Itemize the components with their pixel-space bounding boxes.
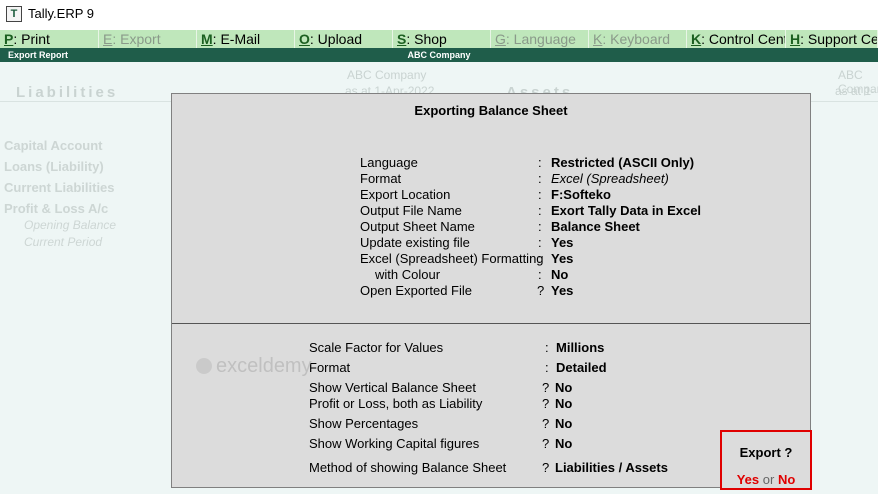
button-bar: P: Print E: Export M: E-Mail O: Upload S… bbox=[0, 30, 878, 48]
upload-button[interactable]: O: Upload bbox=[295, 30, 393, 48]
control-centre-button[interactable]: K: Control Centre bbox=[687, 30, 786, 48]
dialog-divider bbox=[172, 323, 810, 324]
export-question: Export ? bbox=[739, 445, 793, 460]
keyboard-button[interactable]: K: Keyboard bbox=[589, 30, 687, 48]
dialog-title: Exporting Balance Sheet bbox=[414, 103, 568, 118]
status-company: ABC Company bbox=[407, 50, 471, 60]
export-button[interactable]: E: Export bbox=[99, 30, 197, 48]
watermark-logo-icon bbox=[196, 358, 212, 374]
bg-sub-opening: Opening Balance bbox=[24, 218, 117, 232]
title-bar: T Tally.ERP 9 bbox=[0, 0, 878, 30]
export-yes-option[interactable]: Yes bbox=[737, 472, 759, 487]
bg-item-capital: Capital Account bbox=[4, 138, 103, 153]
print-button[interactable]: P: Print bbox=[0, 30, 99, 48]
shop-button[interactable]: S: Shop bbox=[393, 30, 491, 48]
email-button[interactable]: M: E-Mail bbox=[197, 30, 295, 48]
export-no-option[interactable]: No bbox=[778, 472, 795, 487]
exceldemy-watermark: exceldemy bbox=[196, 352, 340, 380]
bg-sub-current: Current Period bbox=[24, 235, 103, 249]
bg-company-left: ABC Company bbox=[347, 68, 427, 82]
bg-liabilities-heading: Liabilities bbox=[16, 84, 119, 101]
bg-item-profit-loss: Profit & Loss A/c bbox=[4, 201, 109, 216]
export-or-text: or bbox=[762, 472, 775, 487]
bg-asat-right: as at 1- bbox=[835, 84, 876, 98]
bg-item-loans: Loans (Liability) bbox=[4, 159, 104, 174]
window-title: Tally.ERP 9 bbox=[28, 6, 94, 21]
support-centre-button[interactable]: H: Support Centre bbox=[786, 30, 878, 48]
export-choice: Yes or No bbox=[722, 472, 810, 487]
tally-app-icon: T bbox=[6, 6, 22, 22]
status-bar: ABC Company Export Report bbox=[0, 48, 878, 62]
export-confirm-box: Export ? Yes or No bbox=[720, 430, 812, 490]
bg-item-current-liabilities: Current Liabilities bbox=[4, 180, 115, 195]
status-report-name: Export Report bbox=[8, 50, 69, 60]
language-button[interactable]: G: Language bbox=[491, 30, 589, 48]
export-dialog: Exporting Balance Sheet Language : Restr… bbox=[171, 93, 811, 488]
